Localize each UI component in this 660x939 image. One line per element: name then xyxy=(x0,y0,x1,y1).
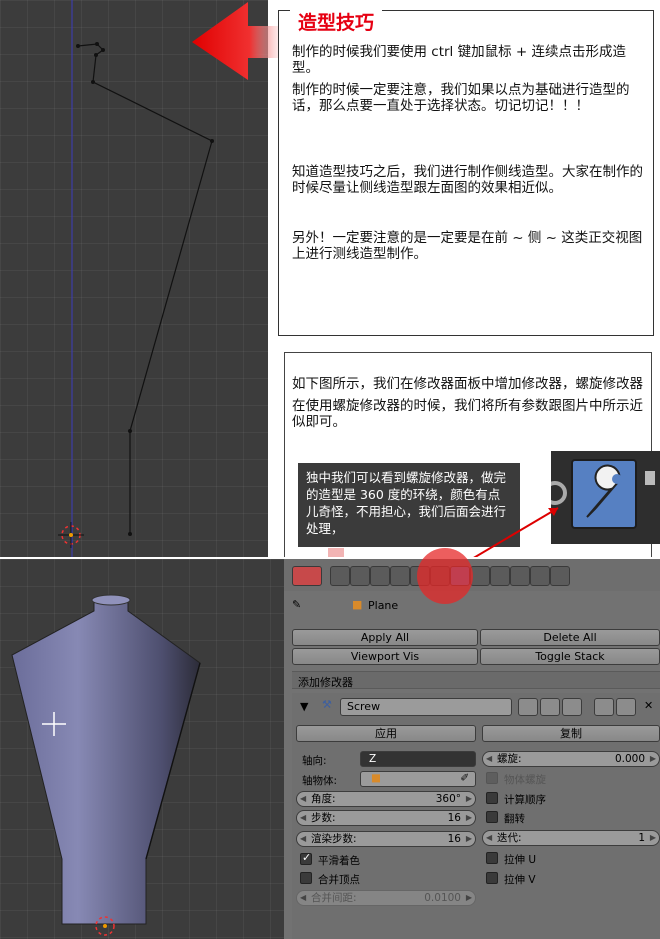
copy-button[interactable]: 复制 xyxy=(482,725,660,742)
world-tab[interactable] xyxy=(390,566,410,586)
tip-paragraph-1: 制作的时候我们要使用 ctrl 键加鼠标 + 连续点击形成造型。 xyxy=(292,44,626,76)
scene-tab[interactable] xyxy=(370,566,390,586)
axis-object-label: 轴物体: xyxy=(302,775,338,787)
add-modifier-label: 添加修改器 xyxy=(298,676,353,689)
merge-distance-label: 合并间距: xyxy=(311,892,357,904)
flip-checkbox[interactable] xyxy=(486,811,498,823)
editor-type-button[interactable] xyxy=(292,566,322,586)
merge-distance-field[interactable]: ◀ 合并间距: 0.0100 ▶ xyxy=(296,890,476,906)
partial-icon-right xyxy=(645,471,655,485)
eyedropper-icon[interactable]: ✐ xyxy=(460,772,469,784)
screw-field[interactable]: ◀ 螺旋: 0.000 ▶ xyxy=(482,751,660,767)
bottle-model xyxy=(11,594,201,936)
move-up-icon[interactable] xyxy=(594,698,614,716)
highlight-circle xyxy=(417,548,473,604)
collapse-triangle-icon[interactable]: ▼ xyxy=(300,700,308,713)
merge-vertices-label: 合并顶点 xyxy=(318,874,360,886)
bottom-viewport[interactable] xyxy=(0,559,284,939)
axis-dropdown[interactable]: Z xyxy=(360,751,476,767)
move-down-icon[interactable] xyxy=(616,698,636,716)
iterations-value: 1 xyxy=(638,832,645,844)
stretch-u-label: 拉伸 U xyxy=(504,854,537,866)
render-layers-tab[interactable] xyxy=(350,566,370,586)
tip-paragraph-2: 制作的时候一定要注意，我们如果以点为基础进行造型的话，那么点要一直处于选择状态。… xyxy=(292,82,630,114)
texture-tab[interactable] xyxy=(510,566,530,586)
modifier-info-paragraph-2: 在使用螺旋修改器的时候，我们将所有参数跟图片中所示近似即可。 xyxy=(292,398,643,430)
stretch-u-checkbox[interactable] xyxy=(486,852,498,864)
object-cube-icon: ■ xyxy=(371,772,381,784)
screw-modifier-icon: ⚒ xyxy=(322,698,332,711)
render-steps-value: 16 xyxy=(447,833,461,845)
screw-value: 0.000 xyxy=(614,753,645,765)
stretch-v-label: 拉伸 V xyxy=(504,874,536,886)
tip-title: 造型技巧 xyxy=(290,8,383,35)
axis-object-picker[interactable]: ■ ✐ xyxy=(360,771,476,787)
modifier-info-paragraph-1: 如下图所示，我们在修改器面板中增加修改器，螺旋修改器 xyxy=(292,376,643,392)
object-screw-checkbox[interactable] xyxy=(486,772,498,784)
steps-label: 步数: xyxy=(311,812,336,824)
tip-paragraph-4: 另外！一定要注意的是一定要是在前 ~ 侧 ~ 这类正交视图上进行测线造型制作。 xyxy=(292,230,643,262)
close-icon[interactable]: ✕ xyxy=(644,699,653,712)
data-tab[interactable] xyxy=(470,566,490,586)
wrench-icon xyxy=(586,464,622,518)
axis-label: 轴向: xyxy=(302,755,327,767)
profile-outline-drawing xyxy=(58,0,214,557)
angle-label: 角度: xyxy=(311,793,336,805)
object-name: Plane xyxy=(368,599,399,612)
editmode-toggle-icon[interactable] xyxy=(562,698,582,716)
stretch-v-checkbox[interactable] xyxy=(486,872,498,884)
iterations-field[interactable]: ◀ 迭代: 1 ▶ xyxy=(482,830,660,846)
modifier-info-text: 如下图所示，我们在修改器面板中增加修改器，螺旋修改器 在使用螺旋修改器的时候，我… xyxy=(292,376,644,436)
render-tab[interactable] xyxy=(330,566,350,586)
angle-value: 360° xyxy=(435,793,461,805)
modifier-tab-highlight xyxy=(571,459,637,529)
steps-value: 16 xyxy=(447,812,461,824)
tip-body: 制作的时候我们要使用 ctrl 键加鼠标 + 连续点击形成造型。 制作的时候一定… xyxy=(292,44,644,268)
apply-button[interactable]: 应用 xyxy=(296,725,476,742)
tip-paragraph-3: 知道造型技巧之后，我们进行制作侧线造型。大家在制作的时候尽量让侧线造型跟左面图的… xyxy=(292,164,643,196)
delete-all-button[interactable]: Delete All xyxy=(480,629,660,646)
object-icon: ■ xyxy=(352,598,363,611)
render-toggle-icon[interactable] xyxy=(518,698,538,716)
physics-tab[interactable] xyxy=(550,566,570,586)
modifier-name-field[interactable]: Screw xyxy=(340,698,512,716)
toggle-stack-button[interactable]: Toggle Stack xyxy=(480,648,660,665)
properties-panel: ✎ ■ Plane Apply All Delete All Viewport … xyxy=(284,559,660,939)
flip-label: 翻转 xyxy=(504,813,525,825)
material-tab[interactable] xyxy=(490,566,510,586)
angle-field[interactable]: ◀ 角度: 360° ▶ xyxy=(296,791,476,807)
apply-all-button[interactable]: Apply All xyxy=(292,629,478,646)
steps-field[interactable]: ◀ 步数: 16 ▶ xyxy=(296,810,476,826)
screw-label: 螺旋: xyxy=(497,753,522,765)
merge-vertices-checkbox[interactable] xyxy=(300,872,312,884)
smooth-shading-label: 平滑着色 xyxy=(318,855,360,867)
pin-icon[interactable]: ✎ xyxy=(292,598,301,611)
top-viewport[interactable] xyxy=(0,0,268,557)
calc-order-checkbox[interactable] xyxy=(486,792,498,804)
viewport-toggle-icon[interactable] xyxy=(540,698,560,716)
particles-tab[interactable] xyxy=(530,566,550,586)
context-path: ✎ ■ Plane xyxy=(284,595,660,617)
red-arrow-icon xyxy=(192,2,288,80)
render-steps-label: 渲染步数: xyxy=(311,833,357,845)
object-screw-label: 物体螺旋 xyxy=(504,774,546,786)
calc-order-label: 计算顺序 xyxy=(504,794,546,806)
add-modifier-menu[interactable]: 添加修改器 xyxy=(292,671,660,689)
iterations-label: 迭代: xyxy=(497,832,522,844)
axis-value: Z xyxy=(369,753,377,765)
viewport-vis-button[interactable]: Viewport Vis xyxy=(292,648,478,665)
3d-cursor-icon xyxy=(58,522,84,548)
smooth-shading-checkbox[interactable] xyxy=(300,851,312,865)
merge-distance-value: 0.0100 xyxy=(424,892,461,904)
render-steps-field[interactable]: ◀ 渲染步数: 16 ▶ xyxy=(296,831,476,847)
